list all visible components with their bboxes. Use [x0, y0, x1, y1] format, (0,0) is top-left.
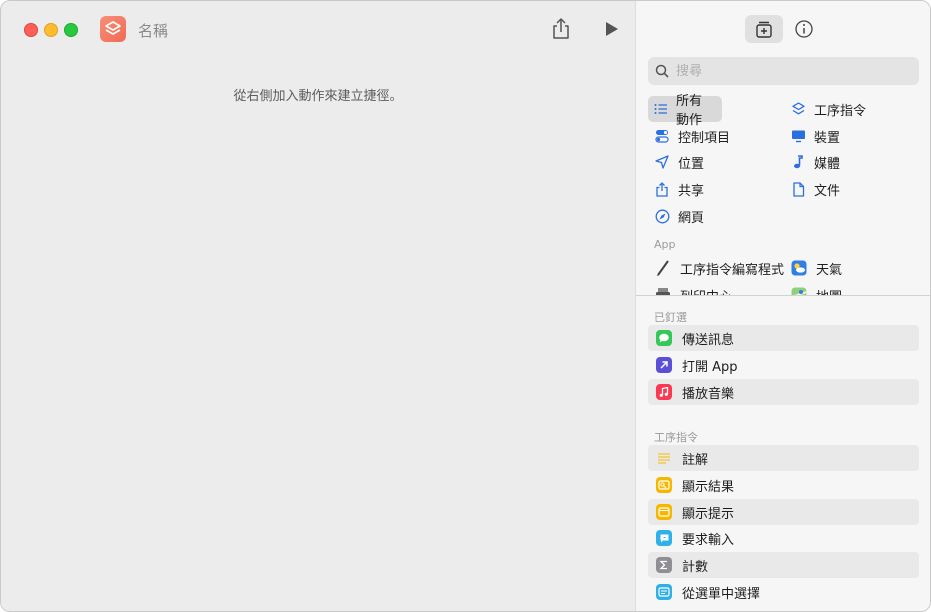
action-count[interactable]: 計數 [648, 552, 919, 578]
action-play-music[interactable]: 播放音樂 [648, 379, 919, 405]
show-result-icon [656, 477, 672, 493]
window: 名稱 從右側加入動作來建立捷徑。 搜尋 所有動作 控制項目 位置 共享 網頁 工… [0, 0, 931, 612]
action-choose-from-menu[interactable]: 從選單中選擇 [648, 579, 919, 605]
category-media[interactable]: 媒體 [790, 149, 840, 175]
category-label: 文件 [814, 183, 841, 199]
show-alert-icon [656, 504, 672, 520]
ask-input-icon [656, 530, 672, 546]
messages-icon [656, 330, 672, 346]
action-show-alert[interactable]: 顯示提示 [648, 499, 919, 525]
script-editor-icon [654, 259, 672, 277]
shortcut-name-field[interactable]: 名稱 [138, 20, 168, 41]
count-icon [656, 557, 672, 573]
open-app-icon [656, 357, 672, 373]
search-icon [655, 64, 669, 78]
share-icon [654, 181, 670, 197]
action-label: 從選單中選擇 [682, 586, 761, 602]
shortcuts-icon [790, 101, 806, 117]
category-all-actions[interactable]: 所有動作 [648, 94, 722, 128]
category-location[interactable]: 位置 [654, 149, 704, 175]
app-weather[interactable]: 天氣 [790, 255, 842, 281]
action-comment[interactable]: 註解 [648, 445, 919, 471]
section-pinned-label: 已釘選 [654, 311, 687, 324]
action-ask-for-input[interactable]: 要求輸入 [648, 525, 919, 551]
print-center-icon [654, 286, 672, 295]
action-label: 註解 [682, 452, 709, 468]
display-icon [790, 128, 806, 144]
app-label: 工序指令編寫程式 [680, 262, 785, 278]
category-scripting[interactable]: 工序指令 [790, 96, 866, 122]
section-scripting-label: 工序指令 [654, 431, 698, 444]
action-library: 所有動作 控制項目 位置 共享 網頁 [635, 1, 930, 611]
apps-list: 工序指令編寫程式 天氣 列印中心 地圖 [636, 255, 930, 295]
comment-icon [656, 450, 672, 466]
share-button[interactable] [550, 17, 572, 41]
category-label: 網頁 [678, 210, 705, 226]
document-icon [790, 181, 806, 197]
category-device[interactable]: 裝置 [790, 123, 840, 149]
empty-editor-hint: 從右側加入動作來建立捷徑。 [233, 89, 403, 104]
category-label: 控制項目 [678, 130, 731, 146]
action-label: 打開 App [682, 359, 738, 375]
section-apps-label: App [654, 238, 676, 251]
app-print-center[interactable]: 列印中心 [654, 282, 732, 295]
action-label: 要求輸入 [682, 532, 735, 548]
app-label: 列印中心 [680, 286, 732, 296]
action-show-result[interactable]: 顯示結果 [648, 472, 919, 498]
info-icon [795, 20, 813, 38]
share-icon [553, 18, 569, 39]
action-send-message[interactable]: 傳送訊息 [648, 325, 919, 351]
music-note-icon [790, 154, 806, 170]
action-open-app[interactable]: 打開 App [648, 352, 919, 378]
compass-icon [654, 208, 670, 224]
action-label: 計數 [682, 559, 709, 575]
category-label: 共享 [678, 183, 705, 199]
category-documents[interactable]: 文件 [790, 176, 840, 202]
shortcut-icon[interactable] [100, 16, 126, 42]
app-label: 天氣 [816, 262, 843, 278]
app-maps[interactable]: 地圖 [790, 282, 842, 295]
category-web[interactable]: 網頁 [654, 203, 704, 229]
choose-menu-icon [656, 584, 672, 600]
maps-icon [790, 286, 808, 295]
category-sharing[interactable]: 共享 [654, 176, 704, 202]
action-library-tab[interactable] [745, 15, 783, 43]
details-tab[interactable] [793, 18, 815, 40]
run-button[interactable] [604, 20, 620, 38]
search-field[interactable] [648, 57, 919, 85]
action-label: 傳送訊息 [682, 332, 735, 348]
list-icon [654, 101, 668, 117]
zoom-window-button[interactable] [64, 23, 78, 37]
play-icon [606, 22, 618, 36]
location-icon [654, 154, 670, 170]
category-controls[interactable]: 控制項目 [654, 123, 730, 149]
action-label: 顯示結果 [682, 479, 735, 495]
section-divider [636, 295, 930, 296]
category-label: 位置 [678, 156, 705, 172]
app-script-editor[interactable]: 工序指令編寫程式 [654, 255, 784, 281]
library-add-icon [756, 21, 772, 38]
music-icon [656, 384, 672, 400]
minimize-window-button[interactable] [44, 23, 58, 37]
action-label: 顯示提示 [682, 506, 735, 522]
app-label: 地圖 [816, 286, 842, 296]
editor-pane: 名稱 從右側加入動作來建立捷徑。 [1, 1, 635, 611]
category-label: 工序指令 [814, 103, 867, 119]
weather-icon [790, 259, 808, 277]
search-input[interactable] [676, 60, 911, 82]
toggle-icon [654, 128, 670, 144]
category-label: 裝置 [814, 130, 841, 146]
close-window-button[interactable] [24, 23, 38, 37]
category-label: 媒體 [814, 156, 841, 172]
action-label: 播放音樂 [682, 386, 735, 402]
